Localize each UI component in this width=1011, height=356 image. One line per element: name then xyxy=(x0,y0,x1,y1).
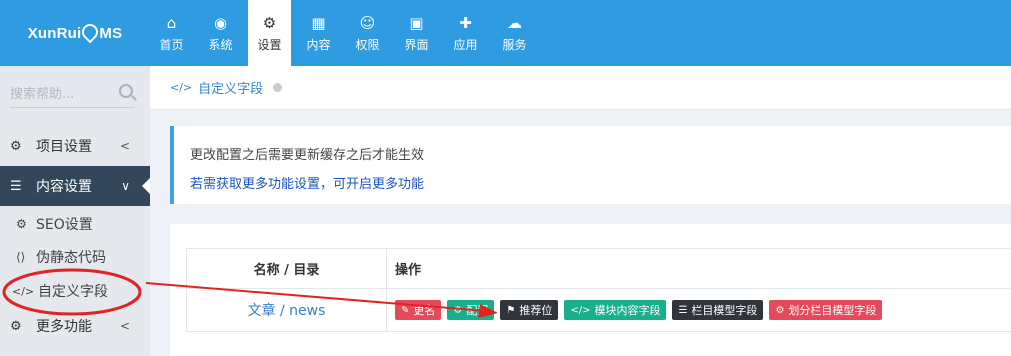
nav-label: 首页 xyxy=(159,37,184,52)
gear-icon: ⚙ xyxy=(16,217,27,231)
list-icon: ☰ xyxy=(678,304,688,316)
nav-item-settings[interactable]: ⚙ 设置 xyxy=(248,0,291,66)
sidebar-item-label: 自定义字段 xyxy=(38,284,108,300)
code-box-icon: ⟨⟩ xyxy=(16,250,26,264)
button-label: 更名 xyxy=(413,304,436,317)
module-content-fields-button[interactable]: </> 模块内容字段 xyxy=(564,300,667,320)
nav-label: 内容 xyxy=(306,37,331,52)
column-header-actions: 操作 xyxy=(395,263,422,278)
brand-name-left: XunRui xyxy=(27,24,82,42)
nav-label: 应用 xyxy=(453,37,478,52)
list-icon: ☰ xyxy=(10,178,22,194)
status-dot xyxy=(273,83,283,92)
nav-item-system[interactable]: ◉ 系统 xyxy=(199,0,242,66)
fields-panel: 名称 / 目录 操作 文章 / news ✎ 更名 ⚙ 配置 ⚑ 推荐位 </>… xyxy=(170,224,1011,356)
search-icon[interactable] xyxy=(119,84,133,98)
main-content: </> 自定义字段 更改配置之后需要更新缓存之后才能生效 若需获取更多功能设置，… xyxy=(150,66,1011,356)
rename-button[interactable]: ✎ 更名 xyxy=(395,300,442,320)
code-icon: </> xyxy=(170,81,193,94)
brand-logo[interactable]: XunRui MS xyxy=(0,0,150,66)
gear-icon: ⚙ xyxy=(453,304,463,316)
notice-line-1: 更改配置之后需要更新缓存之后才能生效 xyxy=(190,148,425,163)
table-header: 名称 / 目录 操作 xyxy=(187,249,1011,289)
nav-item-content[interactable]: ▦ 内容 xyxy=(297,0,340,66)
column-header-name: 名称 / 目录 xyxy=(187,249,387,288)
nav-label: 界面 xyxy=(404,37,429,52)
nav-label: 权限 xyxy=(355,37,380,52)
breadcrumb-label[interactable]: 自定义字段 xyxy=(198,78,263,97)
flame-icon xyxy=(79,20,102,44)
globe-icon: ◉ xyxy=(213,13,228,32)
sidebar-item-rewrite-code[interactable]: ⟨⟩ 伪静态代码 xyxy=(0,241,150,273)
sidebar-group-label: 内容设置 xyxy=(36,179,92,195)
sidebar-item-label: SEO设置 xyxy=(36,217,93,233)
brand-name-right: MS xyxy=(99,24,123,42)
sidebar-group-label: 项目设置 xyxy=(36,139,92,155)
chevron-left-icon: < xyxy=(119,139,130,153)
gears-icon: ⚙ xyxy=(262,13,277,32)
nav-item-apps[interactable]: ✚ 应用 xyxy=(444,0,487,66)
cloud-icon: ☁ xyxy=(507,13,522,32)
recommend-position-button[interactable]: ⚑ 推荐位 xyxy=(500,300,559,320)
row-actions: ✎ 更名 ⚙ 配置 ⚑ 推荐位 </> 模块内容字段 ☰ 栏目模型字段 ⚙ 划分… xyxy=(387,289,1011,331)
split-category-model-fields-button[interactable]: ⚙ 划分栏目模型字段 xyxy=(769,300,883,320)
grid-icon: ▦ xyxy=(311,13,326,32)
breadcrumb: </> 自定义字段 xyxy=(150,66,1011,110)
top-nav: ⌂ 首页 ◉ 系统 ⚙ 设置 ▦ 内容 ☺ 权限 ▣ 界面 ✚ 应用 ☁ 服务 xyxy=(150,0,542,66)
edit-icon: ✎ xyxy=(401,304,410,316)
code-icon: </> xyxy=(12,284,35,298)
notice-link-more-features[interactable]: 若需获取更多功能设置，可开启更多功能 xyxy=(190,173,424,192)
flag-icon: ⚑ xyxy=(506,304,516,316)
button-label: 配置 xyxy=(466,304,489,317)
html5-icon: ▣ xyxy=(409,13,424,32)
table-row: 文章 / news ✎ 更名 ⚙ 配置 ⚑ 推荐位 </> 模块内容字段 ☰ 栏… xyxy=(187,289,1011,331)
sidebar-item-label: 伪静态代码 xyxy=(36,250,106,266)
module-name-link[interactable]: 文章 / news xyxy=(187,289,387,331)
top-header: XunRui MS ⌂ 首页 ◉ 系统 ⚙ 设置 ▦ 内容 ☺ 权限 ▣ 界面 … xyxy=(0,0,1011,66)
button-label: 推荐位 xyxy=(519,304,553,317)
sidebar-group-content-settings[interactable]: ☰ 内容设置 ∨ xyxy=(0,166,150,206)
button-label: 栏目模型字段 xyxy=(691,304,758,317)
notice-box: 更改配置之后需要更新缓存之后才能生效 若需获取更多功能设置，可开启更多功能 xyxy=(170,126,1011,204)
nav-label: 设置 xyxy=(257,37,282,52)
nav-item-permissions[interactable]: ☺ 权限 xyxy=(346,0,389,66)
gear-icon: ⚙ xyxy=(10,138,22,154)
sidebar-item-seo[interactable]: ⚙ SEO设置 xyxy=(0,208,150,240)
puzzle-icon: ✚ xyxy=(459,13,472,32)
nav-label: 系统 xyxy=(208,37,233,52)
nav-item-home[interactable]: ⌂ 首页 xyxy=(150,0,193,66)
sidebar: ⚙ 项目设置 < ☰ 内容设置 ∨ ⚙ SEO设置 ⟨⟩ 伪静态代码 </> 自… xyxy=(0,66,150,356)
nav-item-services[interactable]: ☁ 服务 xyxy=(493,0,536,66)
home-icon: ⌂ xyxy=(166,13,177,32)
code-icon: </> xyxy=(570,304,591,316)
user-icon: ☺ xyxy=(359,13,376,32)
nav-label: 服务 xyxy=(502,37,527,52)
sidebar-group-project-settings[interactable]: ⚙ 项目设置 < xyxy=(0,126,150,166)
button-label: 模块内容字段 xyxy=(594,304,661,317)
sidebar-item-custom-fields[interactable]: </> 自定义字段 xyxy=(0,275,150,307)
button-label: 划分栏目模型字段 xyxy=(788,304,877,317)
gear-icon: ⚙ xyxy=(775,304,785,316)
chevron-left-icon: < xyxy=(119,319,130,333)
chevron-down-icon: ∨ xyxy=(121,179,130,193)
search-box xyxy=(10,82,135,108)
sidebar-group-more-features[interactable]: ⚙ 更多功能 < xyxy=(0,306,150,346)
category-model-fields-button[interactable]: ☰ 栏目模型字段 xyxy=(672,300,764,320)
gears-icon: ⚙ xyxy=(10,318,22,334)
fields-table: 名称 / 目录 操作 文章 / news ✎ 更名 ⚙ 配置 ⚑ 推荐位 </>… xyxy=(186,248,1011,332)
nav-item-interface[interactable]: ▣ 界面 xyxy=(395,0,438,66)
sidebar-group-label: 更多功能 xyxy=(36,319,92,335)
configure-button[interactable]: ⚙ 配置 xyxy=(447,300,495,320)
search-input[interactable] xyxy=(10,82,135,106)
